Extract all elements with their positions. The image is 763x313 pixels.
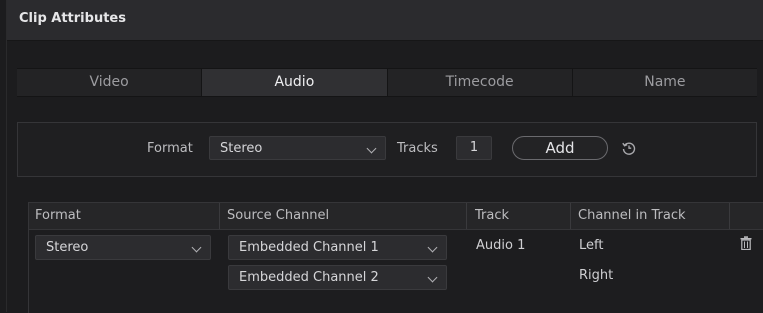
column-divider [570, 203, 571, 229]
channel-in-track-value-2: Right [579, 268, 614, 283]
format-panel [17, 122, 757, 177]
table-header: Format Source Channel Track Channel in T… [29, 203, 763, 230]
channel-in-track-value-1: Left [579, 238, 604, 253]
row-format-dropdown[interactable]: Stereo [35, 235, 211, 260]
header-format: Format [35, 208, 81, 223]
tab-name[interactable]: Name [573, 69, 757, 96]
channel-table: Format Source Channel Track Channel in T… [28, 202, 763, 313]
source-channel-value-1: Embedded Channel 1 [239, 240, 379, 255]
chevron-down-icon [191, 242, 202, 253]
source-channel-value-2: Embedded Channel 2 [239, 270, 379, 285]
reset-icon[interactable] [621, 140, 637, 156]
track-value: Audio 1 [476, 238, 526, 253]
source-channel-dropdown-1[interactable]: Embedded Channel 1 [228, 235, 447, 260]
trash-icon[interactable] [740, 236, 752, 250]
chevron-down-icon [427, 242, 438, 253]
source-channel-dropdown-2[interactable]: Embedded Channel 2 [228, 265, 447, 290]
chevron-down-icon [366, 143, 377, 154]
format-dropdown[interactable]: Stereo [209, 136, 386, 160]
chevron-down-icon [427, 272, 438, 283]
header-track: Track [475, 208, 510, 223]
column-divider [466, 203, 467, 229]
column-divider [219, 203, 220, 229]
tab-timecode[interactable]: Timecode [388, 69, 573, 96]
tracks-label: Tracks [397, 141, 438, 156]
tab-video[interactable]: Video [17, 69, 203, 96]
header-channel-in-track: Channel in Track [578, 208, 686, 223]
attribute-tabs: Video Audio Timecode Name [17, 68, 757, 97]
row-format-value: Stereo [46, 240, 89, 255]
tab-audio[interactable]: Audio [202, 69, 388, 96]
column-divider [729, 203, 730, 229]
title-bar: Clip Attributes [7, 0, 763, 41]
add-button[interactable]: Add [512, 136, 608, 160]
header-source-channel: Source Channel [227, 208, 330, 223]
window-title: Clip Attributes [19, 11, 126, 26]
format-dropdown-value: Stereo [220, 141, 263, 156]
tracks-input[interactable]: 1 [456, 136, 492, 160]
format-label: Format [147, 141, 193, 156]
